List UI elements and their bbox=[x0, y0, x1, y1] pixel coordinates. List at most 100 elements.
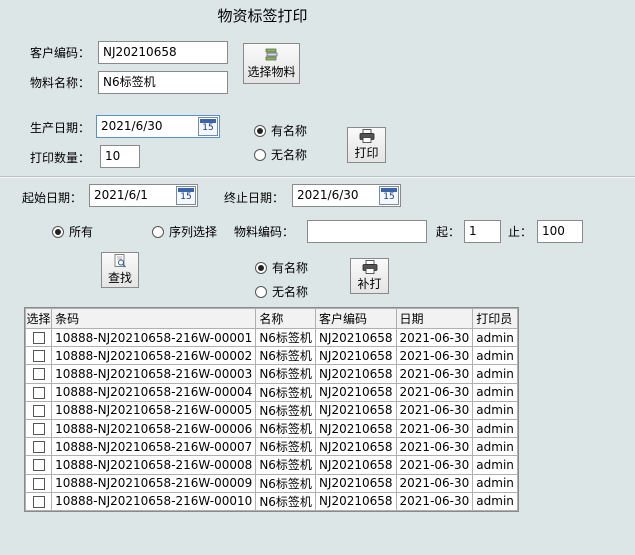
row-select-cell bbox=[25, 491, 53, 511]
row-checkbox[interactable] bbox=[32, 350, 45, 363]
cell-name: N6标签机 bbox=[255, 400, 316, 420]
cell-barcode: 10888-NJ20210658-216W-00004 bbox=[51, 382, 257, 402]
cell-date: 2021-06-30 bbox=[395, 455, 474, 475]
cell-customer-code: NJ20210658 bbox=[314, 327, 397, 348]
table-row[interactable]: 10888-NJ20210658-216W-00008 N6标签机 NJ202106… bbox=[25, 455, 518, 475]
radio-with-name-top[interactable]: 有名称 bbox=[254, 122, 307, 139]
cell-date: 2021-06-30 bbox=[395, 400, 474, 420]
cell-customer-code: NJ20210658 bbox=[314, 400, 397, 420]
row-checkbox[interactable] bbox=[32, 477, 45, 490]
cell-customer-code: NJ20210658 bbox=[314, 455, 397, 475]
select-material-button-label: 选择物料 bbox=[247, 64, 296, 79]
radio-with-name-bottom[interactable]: 有名称 bbox=[255, 259, 308, 276]
printer-icon bbox=[362, 260, 377, 274]
radio-sequence[interactable]: 序列选择 bbox=[152, 223, 217, 240]
cell-name: N6标签机 bbox=[255, 327, 316, 348]
table-row[interactable]: 10888-NJ20210658-216W-00005 N6标签机 NJ202106… bbox=[25, 400, 518, 420]
table-row[interactable]: 10888-NJ20210658-216W-00002 N6标签机 NJ202106… bbox=[25, 346, 518, 366]
cell-customer-code: NJ20210658 bbox=[314, 437, 397, 457]
cell-barcode: 10888-NJ20210658-216W-00001 bbox=[51, 327, 257, 348]
table-row[interactable]: 10888-NJ20210658-216W-00004 N6标签机 NJ202106… bbox=[25, 382, 518, 402]
select-material-button[interactable]: 选择物料 bbox=[243, 43, 300, 84]
row-select-cell bbox=[25, 473, 53, 493]
cell-name: N6标签机 bbox=[255, 437, 316, 457]
end-date-picker[interactable]: 2021/6/30 15 bbox=[292, 184, 401, 207]
reprint-button[interactable]: 补打 bbox=[350, 258, 389, 294]
table-row[interactable]: 10888-NJ20210658-216W-00010 N6标签机 NJ202106… bbox=[25, 491, 518, 511]
cell-name: N6标签机 bbox=[255, 418, 316, 439]
cell-name: N6标签机 bbox=[255, 382, 316, 402]
cell-name: N6标签机 bbox=[255, 491, 316, 511]
cell-operator: admin bbox=[472, 382, 518, 402]
print-quantity-input[interactable]: 10 bbox=[100, 145, 140, 168]
table-row[interactable]: 10888-NJ20210658-216W-00006 N6标签机 NJ202106… bbox=[25, 418, 518, 439]
row-select-cell bbox=[25, 455, 53, 475]
column-header-date[interactable]: 日期 bbox=[395, 308, 474, 329]
cell-barcode: 10888-NJ20210658-216W-00005 bbox=[51, 400, 257, 420]
row-checkbox[interactable] bbox=[32, 332, 45, 345]
calendar-icon[interactable]: 15 bbox=[379, 186, 399, 205]
cell-operator: admin bbox=[472, 437, 518, 457]
radio-with-name-top-label: 有名称 bbox=[271, 124, 308, 138]
search-document-icon bbox=[114, 254, 126, 268]
print-button[interactable]: 打印 bbox=[347, 127, 386, 163]
cell-customer-code: NJ20210658 bbox=[314, 491, 397, 511]
cell-date: 2021-06-30 bbox=[395, 437, 474, 457]
table-row[interactable]: 10888-NJ20210658-216W-00007 N6标签机 NJ202106… bbox=[25, 437, 518, 457]
table-row[interactable]: 10888-NJ20210658-216W-00001 N6标签机 NJ202106… bbox=[25, 327, 518, 348]
from-input[interactable]: 1 bbox=[464, 220, 501, 243]
reprint-button-label: 补打 bbox=[357, 277, 382, 291]
material-code-input[interactable] bbox=[307, 220, 427, 243]
cell-barcode: 10888-NJ20210658-216W-00003 bbox=[51, 364, 257, 384]
radio-dot bbox=[254, 148, 266, 161]
cell-customer-code: NJ20210658 bbox=[314, 364, 397, 384]
to-label: 止： bbox=[508, 225, 533, 239]
production-date-picker[interactable]: 2021/6/30 15 bbox=[96, 115, 220, 138]
cell-operator: admin bbox=[472, 418, 518, 439]
row-checkbox[interactable] bbox=[32, 368, 45, 381]
table-header-row: 选择 条码 名称 客户编码 日期 打印员 bbox=[25, 308, 518, 329]
row-checkbox[interactable] bbox=[32, 495, 45, 508]
material-name-input[interactable]: N6标签机 bbox=[98, 71, 228, 94]
column-header-customer-code[interactable]: 客户编码 bbox=[314, 308, 397, 329]
table-row[interactable]: 10888-NJ20210658-216W-00003 N6标签机 NJ202106… bbox=[25, 364, 518, 384]
column-header-name[interactable]: 名称 bbox=[255, 308, 316, 329]
cell-date: 2021-06-30 bbox=[395, 327, 474, 348]
row-select-cell bbox=[25, 437, 53, 457]
column-header-barcode[interactable]: 条码 bbox=[51, 308, 257, 329]
to-input[interactable]: 100 bbox=[537, 220, 583, 243]
table-row[interactable]: 10888-NJ20210658-216W-00009 N6标签机 NJ202106… bbox=[25, 473, 518, 493]
start-date-value: 2021/6/1 bbox=[94, 188, 148, 202]
row-checkbox[interactable] bbox=[32, 423, 45, 436]
row-checkbox[interactable] bbox=[32, 404, 45, 417]
column-header-select[interactable]: 选择 bbox=[25, 308, 53, 329]
cell-customer-code: NJ20210658 bbox=[314, 473, 397, 493]
row-select-cell bbox=[25, 400, 53, 420]
radio-without-name-top[interactable]: 无名称 bbox=[254, 146, 307, 163]
production-date-label: 生产日期： bbox=[30, 121, 91, 135]
records-table: 选择 条码 名称 客户编码 日期 打印员 10888-NJ20210658-216W-00… bbox=[25, 308, 518, 511]
radio-without-name-bottom[interactable]: 无名称 bbox=[255, 283, 308, 300]
radio-all[interactable]: 所有 bbox=[52, 223, 93, 240]
start-date-picker[interactable]: 2021/6/1 15 bbox=[89, 184, 198, 207]
cell-date: 2021-06-30 bbox=[395, 491, 474, 511]
page-title: 物资标签打印 bbox=[217, 7, 308, 25]
row-select-cell bbox=[25, 364, 53, 384]
cell-name: N6标签机 bbox=[255, 455, 316, 475]
customer-code-input[interactable]: NJ20210658 bbox=[98, 41, 228, 64]
column-header-operator[interactable]: 打印员 bbox=[472, 308, 518, 329]
calendar-icon[interactable]: 15 bbox=[176, 186, 196, 205]
cell-barcode: 10888-NJ20210658-216W-00009 bbox=[51, 473, 257, 493]
end-date-value: 2021/6/30 bbox=[297, 188, 359, 202]
row-checkbox[interactable] bbox=[32, 441, 45, 454]
row-checkbox[interactable] bbox=[32, 459, 45, 472]
row-checkbox[interactable] bbox=[32, 386, 45, 399]
radio-without-name-bottom-label: 无名称 bbox=[272, 285, 309, 299]
label-records-table[interactable]: 选择 条码 名称 客户编码 日期 打印员 10888-NJ20210658-216W-00… bbox=[24, 307, 519, 512]
section-divider bbox=[0, 176, 635, 178]
search-button[interactable]: 查找 bbox=[101, 252, 139, 288]
cell-operator: admin bbox=[472, 455, 518, 475]
cell-name: N6标签机 bbox=[255, 364, 316, 384]
calendar-icon[interactable]: 15 bbox=[198, 117, 218, 136]
cell-date: 2021-06-30 bbox=[395, 346, 474, 366]
